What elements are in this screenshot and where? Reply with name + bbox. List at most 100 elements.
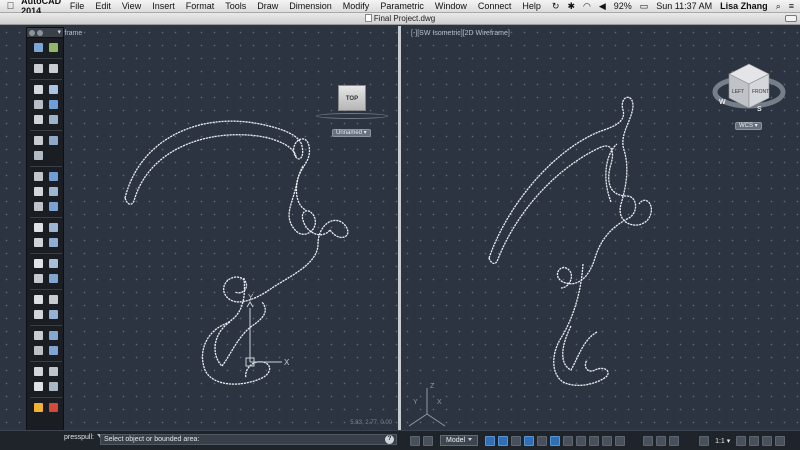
solid-box-icon[interactable] [33,42,44,53]
annotation-monitor-icon[interactable] [615,435,626,446]
annotation-scale-icon[interactable] [699,435,710,446]
erase-icon[interactable] [48,402,59,413]
menu-modify[interactable]: Modify [343,1,370,11]
transparency-icon[interactable] [576,435,587,446]
boundary-icon[interactable] [48,273,59,284]
snap-tracking-icon[interactable] [524,435,535,446]
view-cube[interactable]: TOP [338,85,366,111]
snap-mode-icon[interactable] [423,435,433,446]
thicken-icon[interactable] [48,186,59,197]
tool-palette[interactable]: ▾ [26,27,64,446]
region-icon[interactable] [33,273,44,284]
explode-icon[interactable] [33,345,44,356]
leader-icon[interactable] [48,366,59,377]
palette-collapse-icon[interactable] [37,30,43,36]
menu-help[interactable]: Help [522,1,541,11]
menu-tools[interactable]: Tools [225,1,246,11]
dynamic-ucs-icon[interactable] [537,435,548,446]
menu-view[interactable]: View [122,1,141,11]
quick-properties-icon[interactable] [589,435,600,446]
menu-insert[interactable]: Insert [152,1,175,11]
palette-dropdown-icon[interactable]: ▾ [57,28,61,36]
annotation-visibility-icon[interactable] [736,435,747,446]
user-name[interactable]: Lisa Zhang [720,1,768,11]
battery-icon[interactable]: ▭ [640,1,649,12]
clean-screen-icon[interactable] [775,435,786,446]
torus-icon[interactable] [48,114,59,125]
rectangle-icon[interactable] [48,258,59,269]
sphere-icon[interactable] [33,114,44,125]
rotate-icon[interactable] [48,294,59,305]
workspace-switch-icon[interactable] [749,435,760,446]
box-primitive-icon[interactable] [33,84,44,95]
menu-connect[interactable]: Connect [478,1,512,11]
dimension-icon[interactable] [33,366,44,377]
menu-file[interactable]: File [70,1,85,11]
array-icon[interactable] [33,330,44,341]
selection-cycling-icon[interactable] [602,435,613,446]
cone-icon[interactable] [48,99,59,110]
shell-icon[interactable] [48,201,59,212]
copy-icon[interactable] [48,330,59,341]
subtract-icon[interactable] [48,135,59,146]
help-icon[interactable]: ? [385,435,394,444]
lineweight-icon[interactable] [563,435,574,446]
gradient-icon[interactable] [48,381,59,392]
command-line-input[interactable]: Select object or bounded area: [100,434,397,445]
ucs-menu-button[interactable]: Unnamed ▾ [332,129,371,137]
menu-edit[interactable]: Edit [95,1,111,11]
arc-icon[interactable] [33,237,44,248]
sync-icon[interactable]: ↻ [552,1,560,12]
palette-header[interactable]: ▾ [27,28,63,38]
view-cube-iso[interactable]: LEFT FRONT W S [712,63,786,113]
iso-curve-inner[interactable] [488,145,637,386]
ucs-menu-button-iso[interactable]: WCS ▾ [735,122,762,130]
undo-icon[interactable] [33,63,44,74]
clock[interactable]: Sun 11:37 AM [656,1,712,11]
grid-display-icon[interactable] [410,435,420,446]
cylinder-icon[interactable] [33,99,44,110]
zoom-icon[interactable] [656,435,667,446]
menu-window[interactable]: Window [435,1,467,11]
object-snap-icon[interactable] [511,435,522,446]
menu-parametric[interactable]: Parametric [380,1,424,11]
fillet-edge-icon[interactable] [33,171,44,182]
menu-dimension[interactable]: Dimension [289,1,332,11]
ortho-mode-icon[interactable] [485,435,496,446]
slice-icon[interactable] [33,186,44,197]
orbit-icon[interactable] [669,435,680,446]
circle-icon[interactable] [33,258,44,269]
spotlight-icon[interactable]: ⌕ [776,1,781,12]
hatch-icon[interactable] [33,381,44,392]
bluetooth-icon[interactable]: ✱ [567,1,575,12]
polar-tracking-icon[interactable] [498,435,509,446]
chamfer-edge-icon[interactable] [48,171,59,182]
dynamic-input-icon[interactable] [550,435,561,446]
extrude-icon[interactable] [48,42,59,53]
pan-icon[interactable] [643,435,654,446]
lock-ui-icon[interactable] [762,435,773,446]
list-icon[interactable]: ≡ [789,1,794,11]
model-space-button[interactable]: Model [440,435,479,446]
redo-icon[interactable] [48,63,59,74]
menu-format[interactable]: Format [186,1,215,11]
line-icon[interactable] [33,222,44,233]
fullscreen-button[interactable] [785,15,797,22]
iso-curve-outer[interactable] [488,96,653,259]
apple-icon[interactable]:  [6,1,15,12]
wedge-primitive-icon[interactable] [48,84,59,95]
offset-edge-icon[interactable] [33,201,44,212]
mirror-icon[interactable] [48,309,59,320]
scroll-curve-iso-view[interactable]: Z Y X LEFT FRONT W S [401,26,800,430]
annotation-scale[interactable]: 1:1 ▾ [715,437,730,445]
wifi-icon[interactable]: ◠ [583,1,591,12]
spline-icon[interactable] [48,237,59,248]
volume-icon[interactable]: ◀ [599,1,606,12]
view-cube-compass-ring[interactable] [316,113,388,119]
palette-close-icon[interactable] [29,30,35,36]
intersect-icon[interactable] [33,150,44,161]
measure-icon[interactable] [33,402,44,413]
curve-outer[interactable] [124,120,331,236]
battery-percent[interactable]: 92% [614,1,632,11]
viewport-sw-isometric[interactable]: [-][SW Isometric][2D Wireframe] Z Y X LE… [401,26,800,430]
